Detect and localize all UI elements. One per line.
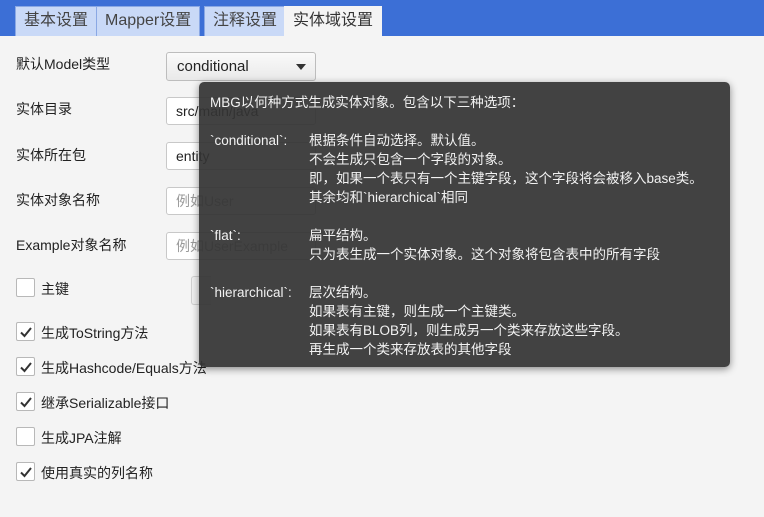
entity-dir-label: 实体目录 [16,101,72,117]
example-name-label: Example对象名称 [16,237,127,253]
tooltip-option-line: 即，如果一个表只有一个主键字段，这个字段将会被移入base类。 [309,171,703,186]
hashcode-equals-checkbox[interactable] [16,357,35,376]
tab-basic-settings[interactable]: 基本设置 [15,6,98,36]
tooltip-intro: MBG以何种方式生成实体对象。包含以下三种选项： [210,95,525,110]
primary-key-label: 主键 [41,281,69,297]
tab-mapper-settings[interactable]: Mapper设置 [96,6,201,36]
jpa-annotations-checkbox[interactable] [16,427,35,446]
model-type-tooltip: MBG以何种方式生成实体对象。包含以下三种选项： `conditional`: … [199,82,730,367]
tooltip-option-key: `hierarchical`: [210,285,292,300]
checkmark-icon [20,397,32,408]
tostring-checkbox[interactable] [16,322,35,341]
entity-package-label: 实体所在包 [16,147,86,163]
checkmark-icon [20,467,32,478]
serializable-checkbox[interactable] [16,392,35,411]
model-type-label: 默认Model类型 [16,56,111,72]
tab-entity-settings[interactable]: 实体域设置 [284,6,383,36]
tab-bar: 基本设置 Mapper设置 注释设置 实体域设置 [0,0,764,36]
tab-comment-settings[interactable]: 注释设置 [204,6,287,36]
checkmark-icon [20,327,32,338]
real-column-names-checkbox[interactable] [16,462,35,481]
tooltip-option-line: 根据条件自动选择。默认值。 [309,133,485,148]
tooltip-option-key: `conditional`: [210,133,288,148]
model-type-value: conditional [177,58,249,75]
tooltip-option-line: 只为表生成一个实体对象。这个对象将包含表中的所有字段 [309,247,660,262]
tooltip-option-line: 层次结构。 [309,285,377,300]
hashcode-equals-label: 生成Hashcode/Equals方法 [41,360,207,376]
tooltip-option-line: 如果表有BLOB列，则生成另一个类来存放这些字段。 [309,323,629,338]
tooltip-option-line: 不会生成只包含一个字段的对象。 [309,152,512,167]
chevron-down-icon [296,64,306,70]
model-type-select[interactable]: conditional [166,52,316,81]
tooltip-option-line: 其余均和`hierarchical`相同 [309,190,469,205]
entity-name-label: 实体对象名称 [16,192,100,208]
real-column-names-label: 使用真实的列名称 [41,465,153,481]
jpa-annotations-label: 生成JPA注解 [41,430,122,446]
tostring-label: 生成ToString方法 [41,325,149,341]
tooltip-option-key: `flat`: [210,228,241,243]
checkmark-icon [20,362,32,373]
tooltip-option-line: 再生成一个类来存放表的其他字段 [309,342,512,357]
tooltip-option-line: 如果表有主键，则生成一个主键类。 [309,304,525,319]
primary-key-checkbox[interactable] [16,278,35,297]
tooltip-option-line: 扁平结构。 [309,228,377,243]
serializable-label: 继承Serializable接口 [41,395,170,411]
